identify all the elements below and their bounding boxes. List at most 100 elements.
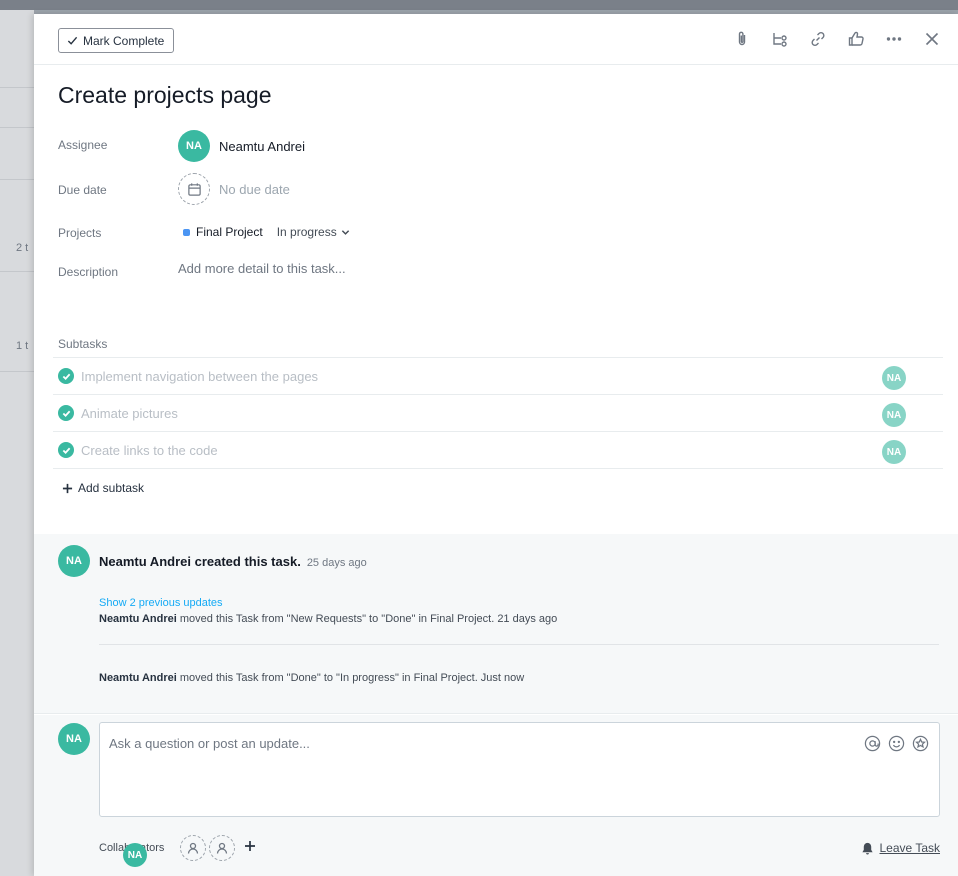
story-created-text: Neamtu Andrei created this task. [99, 554, 301, 569]
avatar: NA [58, 545, 90, 577]
assignee-label: Assignee [58, 138, 108, 152]
description-label: Description [58, 265, 119, 279]
star-button[interactable] [911, 734, 929, 752]
user-icon [188, 842, 199, 854]
link-icon [811, 31, 825, 47]
story-created-time: 25 days ago [306, 557, 367, 569]
add-collaborator-slot[interactable] [180, 835, 207, 861]
check-icon [67, 36, 78, 45]
subtask-assignee-avatar[interactable]: NA [882, 366, 906, 390]
check-icon [62, 373, 70, 380]
check-icon [62, 447, 70, 454]
comment-tools [863, 734, 929, 752]
project-section-label: In progress [276, 225, 337, 239]
subtask-row[interactable]: Implement navigation between the pages N… [53, 358, 943, 395]
close-panel-button[interactable] [922, 29, 942, 49]
subtask-complete-toggle[interactable] [58, 368, 74, 384]
plus-icon [245, 841, 256, 851]
subtask-complete-toggle[interactable] [58, 442, 74, 458]
mark-complete-label: Mark Complete [83, 33, 165, 48]
subtask-assignee-avatar[interactable]: NA [882, 440, 906, 464]
story-item: Neamtu Andrei moved this Task from "Done… [99, 672, 524, 684]
more-icon [886, 37, 902, 41]
comment-input[interactable] [109, 736, 849, 751]
star-circle-icon [912, 735, 928, 751]
add-collaborator-slot[interactable] [209, 835, 236, 861]
plus-icon [62, 483, 73, 493]
smiley-icon [888, 735, 904, 751]
task-header: Mark Complete [34, 14, 958, 65]
leave-task-label: Leave Task [879, 841, 941, 855]
attach-button[interactable] [732, 29, 752, 49]
add-subtask-button[interactable]: Add subtask [62, 481, 144, 495]
subtask-name[interactable]: Animate pictures [81, 406, 178, 421]
paperclip-icon [738, 31, 746, 46]
user-icon [217, 842, 228, 854]
projects-label: Projects [58, 226, 102, 240]
subtask-name[interactable]: Create links to the code [81, 443, 218, 458]
background-row-fragment: 1 t [16, 340, 29, 352]
avatar: NA [58, 723, 90, 755]
story-actor[interactable]: Neamtu Andrei [99, 613, 177, 625]
story-actor[interactable]: Neamtu Andrei [99, 672, 177, 684]
background-row [0, 180, 34, 272]
mention-button[interactable] [863, 734, 881, 752]
collaborators-row: Collaborators NA [99, 835, 256, 867]
avatar: NA [178, 130, 210, 162]
subtask-assignee-avatar[interactable]: NA [882, 403, 906, 427]
subtask-row[interactable]: Animate pictures NA [53, 395, 943, 432]
collaborator-avatar[interactable]: NA [123, 843, 147, 867]
subtask-row[interactable]: Create links to the code NA [53, 432, 943, 469]
background-row [0, 272, 34, 372]
due-date-field[interactable]: No due date [178, 173, 290, 205]
more-options-button[interactable] [884, 29, 904, 49]
story-divider [99, 644, 939, 645]
calendar-icon [187, 182, 201, 196]
add-subtask-toolbar-button[interactable] [770, 29, 790, 49]
activity-feed: NA Neamtu Andrei created this task. 25 da… [34, 534, 958, 714]
subtask-name[interactable]: Implement navigation between the pages [81, 369, 318, 384]
header-toolbar [732, 29, 942, 49]
project-name-link[interactable]: Final Project [196, 225, 263, 239]
at-sign-icon [864, 735, 880, 751]
like-button[interactable] [846, 29, 866, 49]
comment-box[interactable] [99, 722, 940, 817]
show-previous-updates-link[interactable]: Show 2 previous updates [99, 597, 223, 609]
project-color-dot [183, 228, 190, 236]
subtask-list: Implement navigation between the pages N… [53, 357, 943, 469]
mark-complete-button[interactable]: Mark Complete [58, 28, 175, 53]
task-title[interactable]: Create projects page [58, 82, 272, 109]
close-icon [925, 32, 939, 46]
check-icon [62, 410, 70, 417]
bell-icon [861, 842, 873, 855]
project-section-dropdown[interactable]: In progress [277, 225, 350, 239]
task-detail-panel: Mark Complete Create projects page Assig… [34, 14, 958, 876]
projects-field: Final Project In progress [183, 225, 350, 239]
subtask-complete-toggle[interactable] [58, 405, 74, 421]
story-item: Neamtu Andrei moved this Task from "New … [99, 613, 557, 625]
background-row [0, 48, 34, 88]
assignee-field[interactable]: NA Neamtu Andrei [178, 130, 305, 162]
leave-task-button[interactable]: Leave Task [861, 841, 941, 855]
comment-composer: NA Collaborators NA [34, 715, 958, 876]
subtasks-label: Subtasks [58, 337, 108, 351]
add-subtask-label: Add subtask [78, 481, 145, 495]
background-top-bar [0, 0, 958, 10]
background-row [0, 128, 34, 180]
story-text: moved this Task from "New Requests" to "… [176, 613, 558, 625]
due-date-value: No due date [219, 181, 290, 197]
copy-link-button[interactable] [808, 29, 828, 49]
background-list: 2 t 1 t [0, 0, 958, 876]
subtask-icon [773, 33, 787, 47]
background-row-fragment: 2 t [16, 242, 29, 254]
due-date-picker[interactable] [178, 173, 210, 205]
story-created: Neamtu Andrei created this task. 25 days … [99, 554, 367, 569]
add-collaborator-button[interactable] [244, 839, 256, 857]
chevron-down-icon [341, 229, 349, 235]
thumbs-up-icon [848, 31, 864, 46]
emoji-button[interactable] [887, 734, 905, 752]
background-row [0, 88, 34, 128]
description-input[interactable]: Add more detail to this task... [178, 261, 918, 301]
story-text: moved this Task from "Done" to "In progr… [176, 672, 525, 684]
due-date-label: Due date [58, 183, 107, 197]
